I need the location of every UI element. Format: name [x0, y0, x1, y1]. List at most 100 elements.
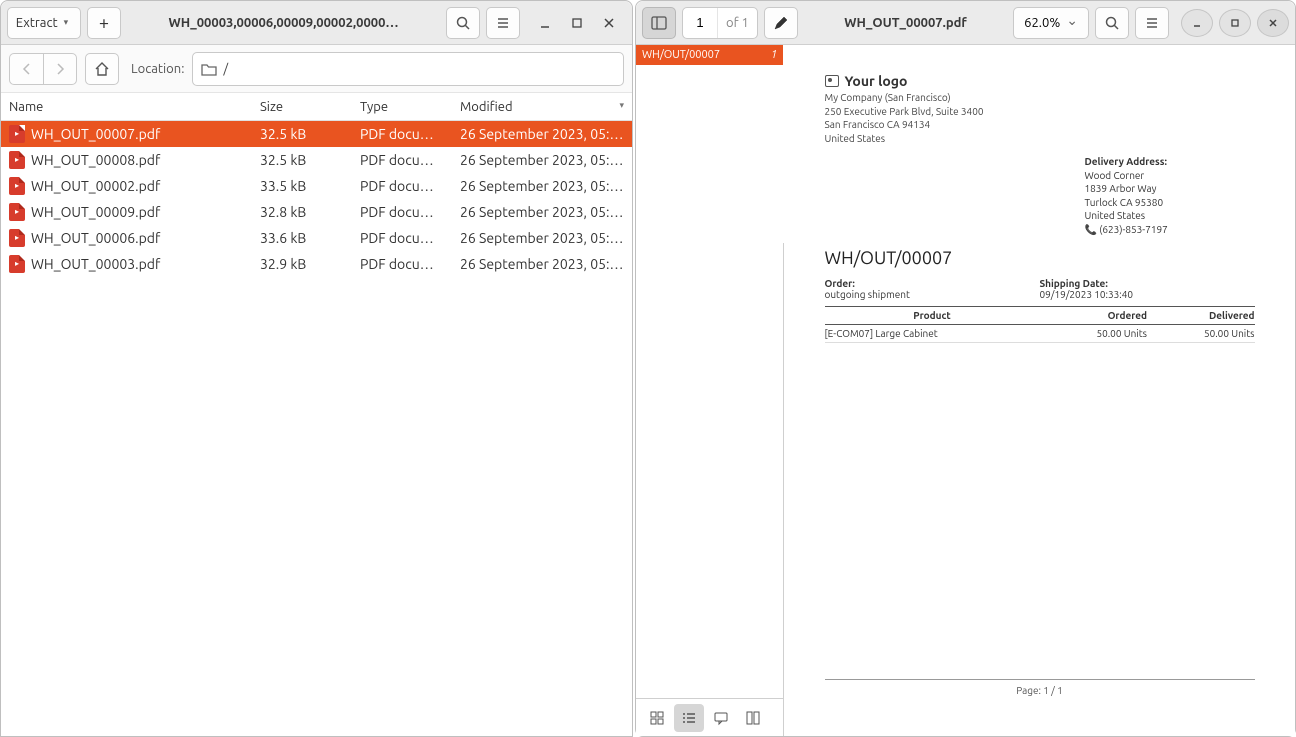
- sidebar-mode-bar: [636, 698, 783, 736]
- hamburger-icon: [1144, 15, 1160, 31]
- file-modified: 26 September 2023, 05:15: [452, 204, 632, 220]
- search-button[interactable]: [446, 7, 480, 39]
- file-type: PDF docum…: [352, 204, 452, 220]
- items-row: [E-COM07] Large Cabinet 50.00 Units 50.0…: [825, 325, 1255, 343]
- close-icon: [603, 17, 615, 29]
- phone-icon: 📞: [1085, 224, 1097, 235]
- pdf-file-icon: [9, 125, 25, 143]
- forward-button[interactable]: [43, 53, 77, 85]
- column-type[interactable]: Type: [352, 100, 452, 114]
- bookmarks-button[interactable]: [738, 704, 768, 732]
- table-header: Name Size Type Modified: [1, 93, 632, 121]
- menu-button[interactable]: [486, 7, 520, 39]
- file-size: 32.9 kB: [252, 256, 352, 272]
- maximize-icon: [571, 17, 583, 29]
- page-count: of 1: [717, 8, 757, 38]
- table-row[interactable]: WH_OUT_00009.pdf32.8 kBPDF docum…26 Sept…: [1, 199, 632, 225]
- file-modified: 26 September 2023, 05:15: [452, 178, 632, 194]
- document-number: WH/OUT/00007: [825, 248, 1255, 268]
- add-files-button[interactable]: +: [87, 7, 121, 39]
- chevron-left-icon: [20, 62, 34, 76]
- delivery-address: Delivery Address: Wood Corner 1839 Arbor…: [1085, 155, 1255, 236]
- file-size: 32.5 kB: [252, 152, 352, 168]
- pdf-maximize-button[interactable]: [1219, 9, 1251, 37]
- pdf-close-button[interactable]: [1257, 9, 1289, 37]
- minimize-icon: [1191, 17, 1203, 29]
- page-thumbnail[interactable]: WH/OUT/00007 1: [636, 45, 783, 243]
- file-modified: 26 September 2023, 05:15: [452, 152, 632, 168]
- page-footer: Page: 1 / 1: [801, 685, 1279, 696]
- search-icon: [455, 15, 471, 31]
- file-modified: 26 September 2023, 05:15: [452, 126, 632, 142]
- annotations-button[interactable]: [706, 704, 736, 732]
- table-row[interactable]: WH_OUT_00007.pdf 32.5 kBPDF docum…26 Sept…: [1, 121, 632, 147]
- file-name: WH_OUT_00007.pdf: [31, 126, 160, 142]
- table-row[interactable]: WH_OUT_00008.pdf 32.5 kBPDF docum…26 Sept…: [1, 147, 632, 173]
- pdf-minimize-button[interactable]: [1181, 9, 1213, 37]
- file-type: PDF docum…: [352, 152, 452, 168]
- pencil-icon: [773, 15, 789, 31]
- items-header: Product Ordered Delivered: [825, 306, 1255, 325]
- pdf-canvas[interactable]: Your logo My Company (San Francisco) 250…: [784, 45, 1295, 736]
- column-name[interactable]: Name: [1, 100, 252, 114]
- outline-list-button[interactable]: [674, 704, 704, 732]
- file-size: 33.5 kB: [252, 178, 352, 194]
- column-size[interactable]: Size: [252, 100, 352, 114]
- zoom-value: 62.0%: [1024, 16, 1060, 30]
- file-name: WH_OUT_00008.pdf: [31, 152, 160, 168]
- file-size: 32.5 kB: [252, 126, 352, 142]
- thumbnails-grid-button[interactable]: [642, 704, 672, 732]
- close-icon: [1267, 17, 1279, 29]
- page-input[interactable]: [683, 15, 717, 30]
- pdf-search-button[interactable]: [1095, 7, 1129, 39]
- pdf-file-icon: [9, 177, 25, 195]
- file-modified: 26 September 2023, 05:15: [452, 230, 632, 246]
- thumbnail-page-num: 1: [771, 49, 777, 61]
- chevron-right-icon: [53, 62, 67, 76]
- file-type: PDF docum…: [352, 126, 452, 142]
- extract-button[interactable]: Extract: [7, 7, 81, 39]
- back-button[interactable]: [9, 53, 43, 85]
- location-path: /: [223, 62, 228, 76]
- company-address: My Company (San Francisco) 250 Executive…: [825, 91, 1255, 145]
- page-selector: of 1: [682, 7, 758, 39]
- maximize-icon: [1229, 17, 1241, 29]
- home-button[interactable]: [85, 53, 119, 85]
- file-type: PDF docum…: [352, 178, 452, 194]
- navigation-bar: Location: /: [1, 45, 632, 93]
- zoom-selector[interactable]: 62.0%: [1013, 7, 1089, 39]
- pdf-header: of 1 WH_OUT_00007.pdf 62.0%: [636, 1, 1295, 45]
- pdf-page: Your logo My Company (San Francisco) 250…: [801, 57, 1279, 724]
- column-modified[interactable]: Modified: [452, 100, 632, 114]
- pdf-file-icon: [9, 229, 25, 247]
- pdf-viewer-window: of 1 WH_OUT_00007.pdf 62.0%: [635, 0, 1296, 737]
- annotate-button[interactable]: [764, 7, 798, 39]
- file-modified: 26 September 2023, 05:15: [452, 256, 632, 272]
- pdf-sidebar: WH/OUT/00007 1: [636, 45, 784, 736]
- bookmark-icon: [745, 710, 761, 726]
- pdf-file-icon: [9, 255, 25, 273]
- table-row[interactable]: WH_OUT_00002.pdf33.5 kBPDF docum…26 Sept…: [1, 173, 632, 199]
- file-table: Name Size Type Modified WH_OUT_00007.pdf…: [1, 93, 632, 736]
- maximize-button[interactable]: [568, 14, 586, 32]
- minimize-button[interactable]: [536, 14, 554, 32]
- file-name: WH_OUT_00003.pdf: [31, 256, 160, 272]
- grid-icon: [649, 710, 665, 726]
- file-type: PDF docum…: [352, 256, 452, 272]
- order-meta: Order: outgoing shipment Shipping Date: …: [825, 278, 1255, 300]
- archive-manager-window: Extract + WH_00003,00006,00009,00002,000…: [0, 0, 633, 737]
- pdf-title: WH_OUT_00007.pdf: [804, 16, 1007, 30]
- camera-icon: [825, 75, 839, 87]
- hamburger-icon: [495, 15, 511, 31]
- table-row[interactable]: WH_OUT_00003.pdf 32.9 kBPDF docum…26 Sept…: [1, 251, 632, 277]
- file-name: WH_OUT_00006.pdf: [31, 230, 160, 246]
- sidebar-toggle-button[interactable]: [642, 7, 676, 39]
- location-input[interactable]: /: [192, 52, 624, 86]
- table-row[interactable]: WH_OUT_00006.pdf33.6 kBPDF docum…26 Sept…: [1, 225, 632, 251]
- close-button[interactable]: [600, 14, 618, 32]
- pdf-file-icon: [9, 203, 25, 221]
- pdf-file-icon: [9, 151, 25, 169]
- pdf-menu-button[interactable]: [1135, 7, 1169, 39]
- location-label: Location:: [131, 62, 184, 76]
- logo: Your logo: [825, 73, 1255, 89]
